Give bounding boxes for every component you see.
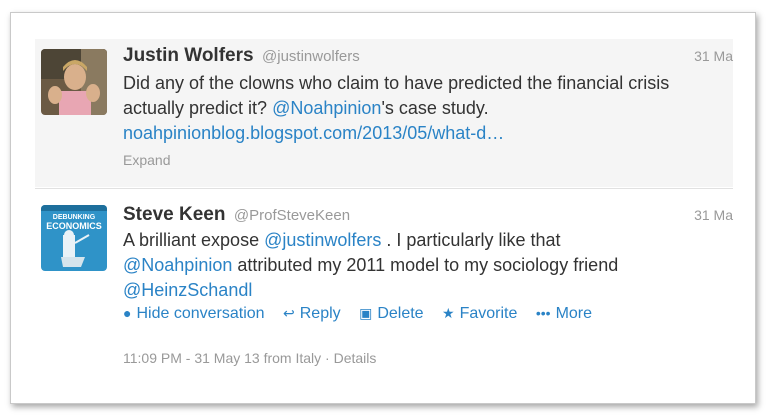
- tweet-url[interactable]: noahpinionblog.blogspot.com/2013/05/what…: [123, 121, 733, 146]
- action-label: Hide conversation: [136, 305, 265, 322]
- text-fragment: attributed my 2011 model to my sociology…: [232, 255, 619, 275]
- tweet-actions: ● Hide conversation ↩ Reply ▣ Delete ★ Favor…: [123, 305, 606, 323]
- avatar-text-bottom: ECONOMICS: [46, 221, 102, 231]
- trash-icon: ▣: [359, 305, 373, 321]
- author-name[interactable]: Steve Keen: [123, 204, 225, 225]
- tweet-line: actually predict it? @Noahpinion's case …: [123, 96, 733, 121]
- tweet-date[interactable]: 31 Ma: [694, 48, 733, 64]
- mention-heinzschandl[interactable]: @HeinzSchandl: [123, 280, 252, 300]
- avatar[interactable]: DEBUNKING ECONOMICS: [41, 205, 107, 271]
- tweet-line: A brilliant expose @justinwolfers . I pa…: [123, 228, 733, 253]
- divider: [35, 188, 733, 189]
- dots-icon: •••: [535, 305, 551, 321]
- tweet-line: Did any of the clowns who claim to have …: [123, 73, 670, 93]
- text-fragment: 's case study.: [381, 98, 489, 118]
- reply-button[interactable]: ↩ Reply: [283, 305, 341, 323]
- tweet-text: A brilliant expose @justinwolfers . I pa…: [123, 228, 733, 303]
- action-label: Delete: [377, 305, 424, 322]
- hide-conversation-button[interactable]: ● Hide conversation: [123, 305, 265, 323]
- text-fragment: . I particularly like that: [381, 230, 561, 250]
- tweet-justin-wolfers[interactable]: Justin Wolfers @justinwolfers 31 Ma Did …: [35, 39, 733, 187]
- tweet-text: Did any of the clowns who claim to have …: [123, 71, 733, 146]
- favorite-button[interactable]: ★ Favorite: [442, 305, 517, 323]
- author-handle[interactable]: @justinwolfers: [262, 48, 360, 65]
- tweet-timestamp[interactable]: 11:09 PM - 31 May 13 from Italy: [123, 350, 321, 366]
- screenshot-frame: Justin Wolfers @justinwolfers 31 Ma Did …: [10, 12, 756, 404]
- delete-button[interactable]: ▣ Delete: [359, 305, 423, 323]
- action-label: More: [555, 305, 593, 322]
- avatar-text-top: DEBUNKING: [53, 214, 96, 221]
- tweet-line: @Noahpinion attributed my 2011 model to …: [123, 253, 733, 278]
- tweet-steve-keen[interactable]: DEBUNKING ECONOMICS Steve Keen @ProfStev…: [35, 199, 733, 389]
- reply-arrow-icon: ↩: [283, 305, 295, 321]
- action-label: Reply: [299, 305, 341, 322]
- tweet-meta: 11:09 PM - 31 May 13 from Italy · Detail…: [123, 350, 376, 366]
- expand-link[interactable]: Expand: [123, 152, 170, 168]
- tweet-line: @HeinzSchandl: [123, 278, 733, 303]
- text-fragment: A brilliant expose: [123, 230, 265, 250]
- details-link[interactable]: Details: [334, 350, 377, 366]
- action-label: Favorite: [459, 305, 518, 322]
- mention-noahpinion[interactable]: @Noahpinion: [123, 255, 232, 275]
- speech-bubble-icon: ●: [123, 305, 132, 321]
- author-handle[interactable]: @ProfSteveKeen: [234, 207, 350, 224]
- tweet-date[interactable]: 31 Ma: [694, 207, 733, 223]
- text-fragment: actually predict it?: [123, 98, 273, 118]
- star-icon: ★: [442, 305, 455, 321]
- more-button[interactable]: ••• More: [536, 305, 592, 323]
- author-name[interactable]: Justin Wolfers: [123, 45, 254, 66]
- avatar[interactable]: [41, 49, 107, 115]
- mention-noahpinion[interactable]: @Noahpinion: [272, 98, 381, 118]
- mention-justinwolfers[interactable]: @justinwolfers: [264, 230, 381, 250]
- meta-separator: ·: [321, 350, 334, 366]
